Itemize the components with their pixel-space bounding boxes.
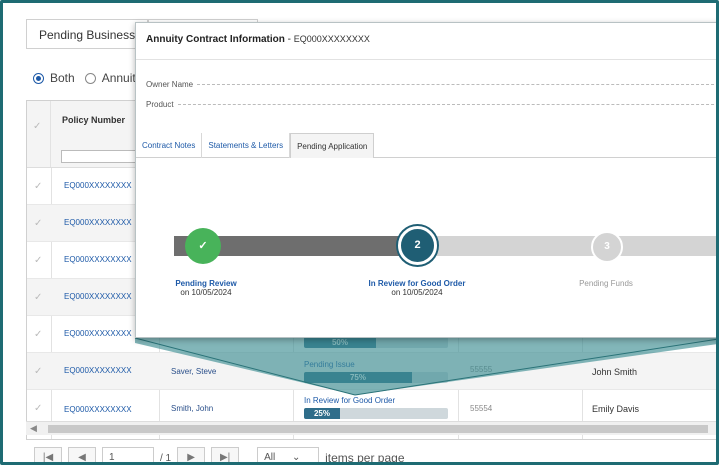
step-date: on 10/05/2024 [391, 288, 443, 297]
step-label-pending-review: Pending Review on 10/05/2024 [156, 279, 256, 297]
step-label-in-review: In Review for Good Order on 10/05/2024 [346, 279, 488, 297]
radio-annuity-label: Annuit [101, 71, 136, 85]
policy-number-link[interactable]: EQ000XXXXXXXX [64, 329, 132, 338]
page-size-value: All [264, 452, 276, 463]
step-pending-funds-marker: 3 [591, 231, 623, 263]
policy-number-link[interactable]: EQ000XXXXXXXX [64, 405, 132, 414]
owner-name: Smith, John [171, 404, 214, 413]
modal-tabs: Contract Notes Statements & Letters Pend… [136, 133, 716, 158]
next-page-button[interactable]: ▶ [177, 447, 206, 462]
step-name: In Review for Good Order [368, 279, 466, 288]
policy-number-link[interactable]: EQ000XXXXXXXX [64, 181, 132, 190]
pager: |◀ ◀ 1 / 1 ▶ ▶| All ⌄ items per page [26, 443, 716, 465]
product-field: Product [146, 98, 716, 110]
product-label: Product [146, 99, 174, 109]
page-size-select[interactable]: All ⌄ [257, 447, 320, 463]
modal-divider [136, 59, 716, 60]
tab-pending-business[interactable]: Pending Business [26, 19, 149, 49]
progress-track [174, 236, 716, 256]
row-check-icon[interactable]: ✓ [34, 218, 42, 229]
items-per-page-label: items per page [325, 451, 405, 465]
owner-name-field: Owner Name [146, 78, 716, 90]
progress-bar: 25% [304, 408, 448, 419]
radio-annuity[interactable] [84, 72, 96, 84]
row-check-icon[interactable]: ✓ [34, 366, 42, 377]
modal-title: Annuity Contract Information - EQ000XXXX… [146, 34, 370, 45]
horizontal-scrollbar[interactable]: ◀ [26, 421, 716, 435]
step-name: Pending Review [175, 279, 237, 288]
owner-name-label: Owner Name [146, 79, 194, 89]
row-check-icon[interactable]: ✓ [34, 292, 42, 303]
tab-contract-notes[interactable]: Contract Notes [136, 133, 203, 158]
product-filter: Both Annuit [33, 71, 136, 85]
step-date: on 10/05/2024 [180, 288, 232, 297]
progress-fill: 75% [304, 372, 412, 383]
radio-both-label: Both [50, 71, 75, 85]
owner-name: Saver, Steve [171, 367, 217, 376]
agent-number: 55554 [470, 404, 493, 413]
table-row[interactable]: ✓ EQ000XXXXXXXX Saver, Steve Pending Iss… [27, 353, 716, 390]
select-all-check-icon[interactable]: ✓ [33, 121, 41, 132]
policy-number-link[interactable]: EQ000XXXXXXXX [64, 255, 132, 264]
status-label: In Review for Good Order [304, 396, 396, 405]
policy-number-link[interactable]: EQ000XXXXXXXX [64, 366, 132, 375]
title-separator: - [284, 34, 294, 45]
agent-name: John Smith [592, 367, 638, 377]
header-check-column: ✓ [27, 101, 51, 167]
tab-statements-letters[interactable]: Statements & Letters [202, 133, 291, 158]
modal-title-text: Annuity Contract Information [146, 34, 285, 45]
status-label: Pending Issue [304, 360, 355, 369]
step-label-pending-funds: Pending Funds [566, 279, 646, 288]
annuity-contract-modal: Annuity Contract Information - EQ000XXXX… [135, 22, 716, 338]
contract-number: EQ000XXXXXXXX [293, 34, 370, 44]
row-check-icon[interactable]: ✓ [34, 329, 42, 340]
progress-bar: 50% [304, 337, 448, 348]
step-in-review-marker: 2 [398, 226, 437, 265]
chevron-down-icon: ⌄ [292, 452, 301, 463]
field-leader [177, 103, 716, 105]
step-name: Pending Funds [579, 279, 633, 288]
row-check-icon[interactable]: ✓ [34, 255, 42, 266]
tab-pending-application[interactable]: Pending Application [290, 133, 375, 158]
column-header-policy-number[interactable]: Policy Number [62, 115, 125, 125]
policy-number-link[interactable]: EQ000XXXXXXXX [64, 292, 132, 301]
row-check-icon[interactable]: ✓ [34, 403, 42, 414]
progress-bar: 75% [304, 372, 448, 383]
track-remaining [422, 236, 716, 256]
agent-number: 55555 [470, 365, 493, 374]
row-check-icon[interactable]: ✓ [34, 181, 42, 192]
page-count: / 1 [160, 452, 172, 464]
first-page-button[interactable]: |◀ [34, 447, 62, 462]
progress-fill: 50% [304, 337, 376, 348]
policy-number-link[interactable]: EQ000XXXXXXXX [64, 218, 132, 227]
last-page-button[interactable]: ▶| [211, 447, 240, 462]
radio-both[interactable] [33, 72, 44, 84]
step-pending-review-check-icon: ✓ [185, 228, 221, 264]
screenshot-frame: Pending Business Both Annuit ✓ Policy Nu… [0, 0, 719, 465]
field-leader [197, 83, 716, 85]
scroll-left-icon[interactable]: ◀ [30, 423, 37, 434]
agent-name: Emily Davis [592, 404, 640, 414]
prev-page-button[interactable]: ◀ [68, 447, 96, 462]
scroll-thumb[interactable] [48, 425, 708, 433]
page-number-input[interactable]: 1 [102, 447, 154, 462]
progress-fill: 25% [304, 408, 340, 419]
